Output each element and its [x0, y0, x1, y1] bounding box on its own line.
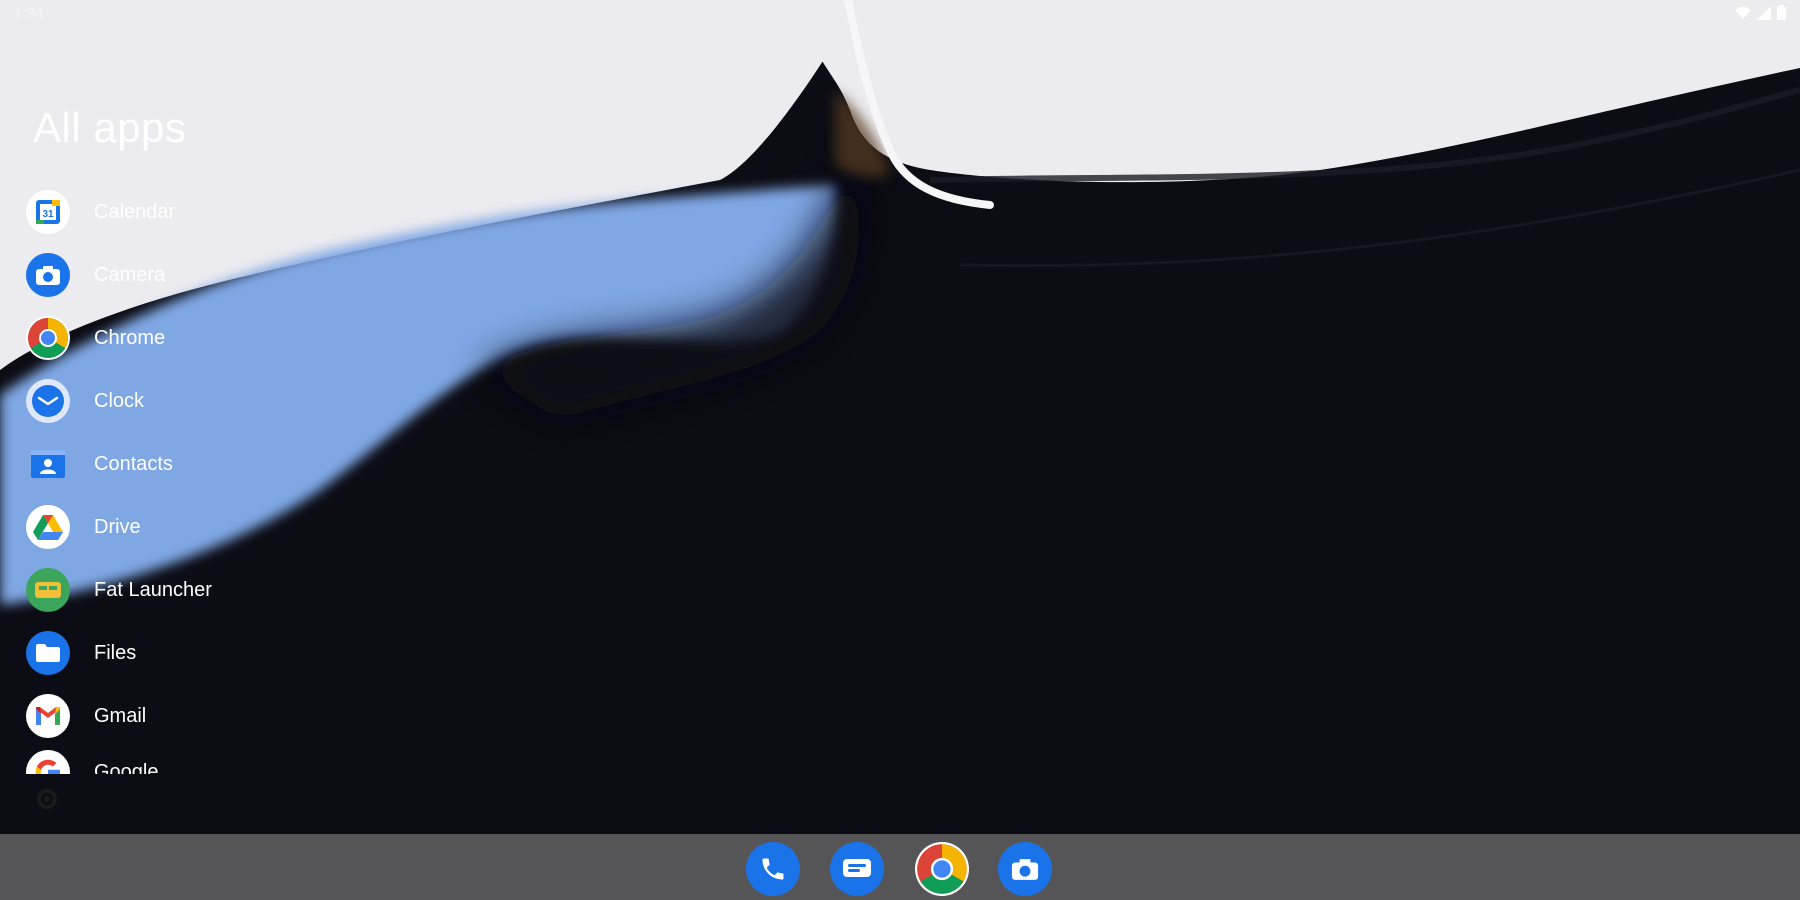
- app-label-drive: Drive: [94, 515, 141, 538]
- dock-camera-icon[interactable]: [998, 842, 1052, 896]
- drive-icon: [26, 505, 70, 549]
- app-item-google[interactable]: Google: [26, 746, 346, 774]
- status-time: 1:34: [14, 5, 44, 22]
- dock-chrome-icon[interactable]: [915, 842, 969, 896]
- app-item-fat-launcher[interactable]: Fat Launcher: [26, 564, 346, 616]
- files-icon: [26, 631, 70, 675]
- app-label-camera: Camera: [94, 263, 166, 286]
- settings-gear-icon[interactable]: [34, 786, 60, 812]
- dock: [0, 834, 1800, 900]
- status-bar: 1:34: [0, 0, 1800, 28]
- app-item-gmail[interactable]: Gmail: [26, 690, 346, 742]
- wifi-icon: [1735, 6, 1751, 19]
- app-item-drive[interactable]: Drive: [26, 501, 346, 553]
- gmail-icon: [26, 694, 70, 738]
- app-label-files: Files: [94, 641, 137, 664]
- clock-icon: [26, 379, 70, 423]
- messages-icon[interactable]: [830, 842, 884, 896]
- camera-icon: [26, 253, 70, 297]
- app-label-clock: Clock: [94, 389, 145, 412]
- app-label-gmail: Gmail: [94, 704, 147, 727]
- app-label-fat-launcher: Fat Launcher: [94, 578, 212, 601]
- app-label-calendar: Calendar: [94, 200, 176, 223]
- app-label-contacts: Contacts: [94, 452, 173, 475]
- signal-icon: [1757, 5, 1771, 20]
- app-item-camera[interactable]: Camera: [26, 249, 346, 301]
- svg-text:31: 31: [42, 209, 54, 220]
- calendar-icon: 31: [26, 190, 70, 234]
- contacts-icon: [26, 442, 70, 486]
- chrome-icon: [26, 316, 70, 360]
- app-label-chrome: Chrome: [94, 326, 166, 349]
- battery-icon: [1777, 5, 1786, 20]
- app-list[interactable]: 31 Calendar Camera Chrome Clock Contacts…: [26, 186, 346, 774]
- app-item-files[interactable]: Files: [26, 627, 346, 679]
- app-item-chrome[interactable]: Chrome: [26, 312, 346, 364]
- status-icons: [1735, 5, 1786, 20]
- app-item-calendar[interactable]: 31 Calendar: [26, 186, 346, 238]
- google-icon: [26, 750, 70, 774]
- phone-icon[interactable]: [746, 842, 800, 896]
- fat-launcher-icon: [26, 568, 70, 612]
- app-label-google: Google: [94, 760, 159, 775]
- app-item-clock[interactable]: Clock: [26, 375, 346, 427]
- app-item-contacts[interactable]: Contacts: [26, 438, 346, 490]
- all-apps-title: All apps: [33, 104, 187, 151]
